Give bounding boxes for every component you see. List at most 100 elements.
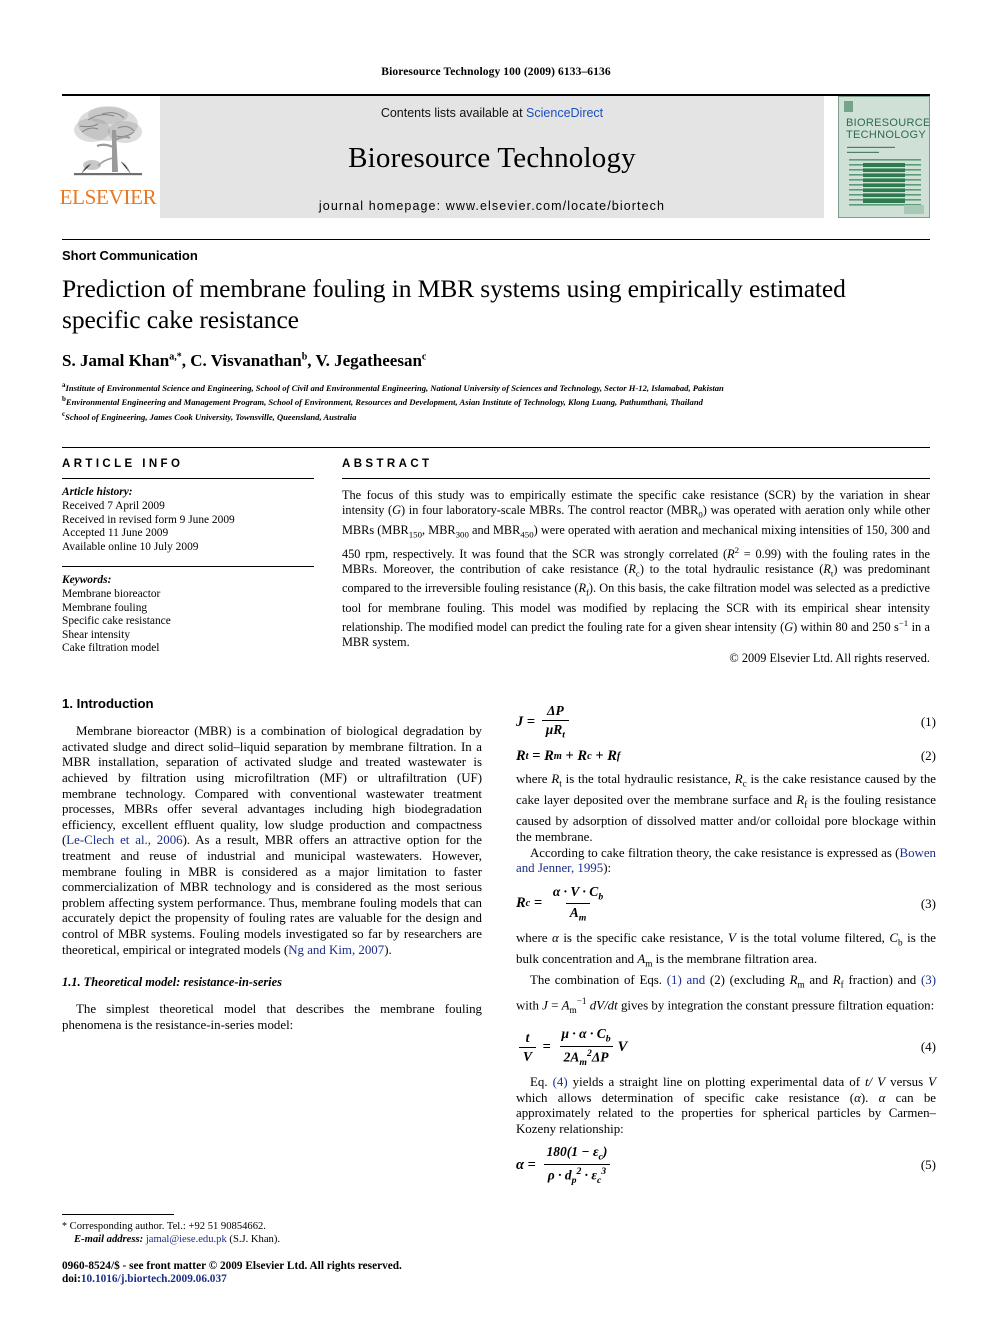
cover-subtitle-lines: ▬▬▬▬▬▬▬▬▬▬▬▬ ▬▬▬▬▬▬▬▬ — [847, 144, 895, 154]
contents-prefix: Contents lists available at — [380, 106, 527, 120]
body-left-column: 1. Introduction Membrane bioreactor (MBR… — [62, 696, 482, 1166]
body-two-columns: 1. Introduction Membrane bioreactor (MBR… — [62, 696, 936, 1186]
article-info-rule — [62, 478, 314, 480]
equation-5-number: (5) — [920, 1157, 936, 1173]
author-2-name: C. Visvanathan — [190, 351, 302, 370]
contents-available-line: Contents lists available at ScienceDirec… — [381, 106, 603, 120]
elsevier-wordmark: ELSEVIER — [59, 185, 157, 209]
author-1-marks: a,* — [169, 351, 182, 363]
affiliation-a-text: Institute of Environmental Science and E… — [65, 382, 724, 393]
keyword-item: Shear intensity — [62, 628, 131, 641]
journal-homepage[interactable]: journal homepage: www.elsevier.com/locat… — [319, 199, 665, 213]
history-item: Received in revised form 9 June 2009 — [62, 513, 235, 526]
author-2-marks: b — [301, 351, 308, 363]
author-2: C. Visvanathanb — [190, 351, 307, 370]
abstract-rule — [342, 478, 930, 480]
equation-3-row: Rc = α · V · Cb Am (3) — [516, 884, 936, 924]
body-right-column: J = ΔP μRt (1) Rt = Rm + Rc + Rf (2) whe… — [516, 696, 937, 1186]
cover-image: BIORESOURCE TECHNOLOGY ▬▬▬▬▬▬▬▬▬▬▬▬ ▬▬▬▬▬… — [838, 96, 930, 218]
author-1-name: S. Jamal Khan — [62, 351, 170, 370]
running-head: Bioresource Technology 100 (2009) 6133–6… — [381, 66, 611, 78]
journal-title: Bioresource Technology — [348, 142, 636, 174]
citation-ngkim[interactable]: Ng and Kim, 2007 — [288, 943, 384, 957]
article-history: Article history: Received 7 April 2009 R… — [62, 486, 314, 554]
equation-2-number: (2) — [920, 748, 936, 764]
author-list: S. Jamal Khana,*, C. Visvanathanb, V. Je… — [62, 351, 427, 370]
keyword-item: Membrane fouling — [62, 601, 148, 614]
paragraph-after-eq3: where α is the specific cake resistance,… — [516, 931, 936, 970]
history-item: Received 7 April 2009 — [62, 499, 165, 512]
equation-4: t V = μ · α · Cb 2Am2ΔP V — [516, 1026, 627, 1068]
citation-eq1[interactable]: (1) and — [667, 973, 705, 987]
citation-eq3[interactable]: (3) — [921, 973, 936, 987]
paragraph-cake-filtration-theory: According to cake filtration theory, the… — [516, 845, 936, 876]
equation-4-rhs-fraction: μ · α · Cb 2Am2ΔP — [559, 1026, 613, 1068]
keyword-item: Specific cake resistance — [62, 615, 171, 628]
equation-4-row: t V = μ · α · Cb 2Am2ΔP V (4) — [516, 1026, 936, 1068]
affiliation-b: bEnvironmental Engineering and Managemen… — [62, 394, 930, 408]
cover-title-line1: BIORESOURCE — [846, 117, 930, 129]
affiliation-list: aInstitute of Environmental Science and … — [62, 380, 930, 423]
journal-masthead: ELSEVIER Contents lists available at Sci… — [59, 94, 930, 218]
affiliation-a: aInstitute of Environmental Science and … — [62, 380, 930, 394]
keyword-item: Cake filtration model — [62, 642, 160, 655]
equation-2: Rt = Rm + Rc + Rf — [516, 747, 621, 764]
equation-5-fraction: 180(1 − εc) ρ · dp2 · εc3 — [543, 1144, 612, 1186]
issn-text: 0960-8524/$ - see front matter © 2009 El… — [62, 1259, 402, 1272]
abstract-column: ABSTRACT The focus of this study was to … — [342, 458, 930, 666]
author-1: S. Jamal Khana,* — [62, 351, 182, 370]
citation-eq4[interactable]: (4) — [553, 1075, 568, 1089]
elsevier-logo: ELSEVIER — [59, 96, 157, 218]
sciencedirect-link[interactable]: ScienceDirect — [526, 106, 603, 120]
article-info-heading: ARTICLE INFO — [62, 458, 184, 471]
footnote-block: * Corresponding author. Tel.: +92 51 908… — [62, 1213, 482, 1287]
journal-banner: Contents lists available at ScienceDirec… — [160, 96, 824, 218]
heading-theoretical-model: 1.1. Theoretical model: resistance-in-se… — [62, 975, 282, 990]
abstract-heading: ABSTRACT — [342, 458, 433, 471]
doi-line: doi:10.1016/j.biortech.2009.06.037 — [62, 1273, 482, 1287]
author-3: V. Jegatheesanc — [315, 351, 426, 370]
citation-leclech[interactable]: Le-Clech et al., 2006 — [66, 833, 182, 847]
email-owner: (S.J. Khan). — [229, 1233, 281, 1245]
email-line: E-mail address: jamal@iese.edu.pk (S.J. … — [62, 1233, 482, 1246]
journal-cover-thumbnail: BIORESOURCE TECHNOLOGY ▬▬▬▬▬▬▬▬▬▬▬▬ ▬▬▬▬▬… — [832, 96, 930, 218]
keyword-item: Membrane bioreactor — [62, 587, 161, 600]
article-history-label: Article history: — [62, 486, 133, 499]
equation-1-row: J = ΔP μRt (1) — [516, 703, 936, 741]
paragraph-combination-eqs: The combination of Eqs. (1) and (2) (exc… — [516, 973, 936, 1016]
doi-link[interactable]: 10.1016/j.biortech.2009.06.037 — [81, 1273, 227, 1285]
equation-4-lhs-fraction: t V — [519, 1030, 537, 1065]
cover-elsevier-mark — [844, 101, 853, 112]
equation-1-fraction: ΔP μRt — [541, 703, 569, 741]
history-item: Available online 10 July 2009 — [62, 540, 199, 553]
info-abstract-band: ARTICLE INFO Article history: Received 7… — [62, 447, 930, 666]
history-item: Accepted 11 June 2009 — [62, 527, 169, 540]
asterisk-icon: * — [62, 1220, 67, 1232]
citation-bowen[interactable]: Bowen and Jenner, 1995 — [516, 846, 936, 876]
keywords-block: Keywords: Membrane bioreactor Membrane f… — [62, 566, 314, 656]
equation-3-number: (3) — [920, 895, 936, 911]
elsevier-tree-icon — [68, 102, 148, 186]
paper-page: Bioresource Technology 100 (2009) 6133–6… — [0, 0, 992, 1323]
footnote-rule — [62, 1213, 174, 1215]
issn-copyright-line: 0960-8524/$ - see front matter © 2009 El… — [62, 1260, 482, 1287]
affiliation-c: cSchool of Engineering, James Cook Unive… — [62, 409, 930, 423]
equation-5: α = 180(1 − εc) ρ · dp2 · εc3 — [516, 1144, 614, 1186]
paragraph-theoretical-1: The simplest theoretical model that desc… — [62, 1002, 482, 1032]
paragraph-after-eq2: where Rt is the total hydraulic resistan… — [516, 771, 937, 844]
affiliation-c-text: School of Engineering, James Cook Univer… — [65, 411, 357, 422]
corresponding-author-text: Corresponding author. Tel.: +92 51 90854… — [69, 1220, 266, 1232]
affiliation-b-text: Environmental Engineering and Management… — [65, 397, 703, 408]
equation-1: J = ΔP μRt — [516, 703, 572, 741]
equation-3: Rc = α · V · Cb Am — [516, 884, 610, 924]
keywords-label: Keywords: — [62, 574, 112, 587]
page-title: Prediction of membrane fouling in MBR sy… — [62, 274, 846, 334]
corresponding-author-line: * Corresponding author. Tel.: +92 51 908… — [62, 1220, 482, 1233]
email-link[interactable]: jamal@iese.edu.pk — [146, 1234, 227, 1245]
cover-grid-graphic — [849, 159, 921, 206]
article-info-column: ARTICLE INFO Article history: Received 7… — [62, 458, 314, 666]
equation-3-fraction: α · V · Cb Am — [552, 883, 604, 925]
heading-introduction: 1. Introduction — [62, 696, 154, 712]
cover-title: BIORESOURCE TECHNOLOGY — [846, 117, 930, 141]
article-type-label: Short Communication — [62, 239, 930, 263]
